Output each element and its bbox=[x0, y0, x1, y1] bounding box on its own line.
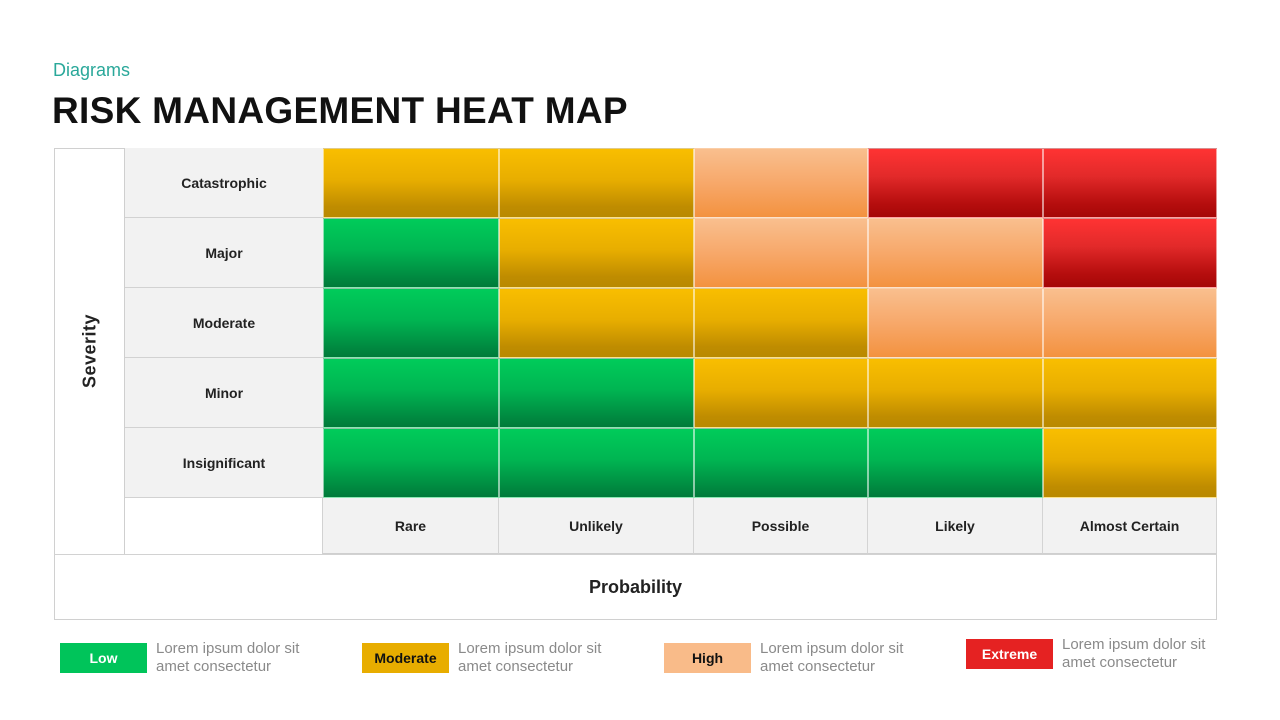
legend-swatch-moderate: Moderate bbox=[362, 643, 449, 673]
heatmap-cell-high bbox=[694, 148, 868, 218]
legend-swatch-high: High bbox=[664, 643, 751, 673]
severity-label-insignificant: Insignificant bbox=[125, 428, 323, 498]
probability-axis-row: Probability bbox=[54, 554, 1217, 620]
legend-item-moderate: Moderate Lorem ipsum dolor sit amet consec… bbox=[362, 640, 618, 676]
heatmap-cell-high bbox=[868, 218, 1043, 288]
legend-description-line: amet consectetur bbox=[760, 658, 876, 675]
heatmap-cell-moderate bbox=[1043, 358, 1217, 428]
legend-item-high: High Lorem ipsum dolor sit amet consectetu… bbox=[664, 640, 920, 676]
legend-description-line: Lorem ipsum dolor sit bbox=[1062, 636, 1206, 653]
heatmap-cell-moderate bbox=[499, 218, 694, 288]
severity-label-minor: Minor bbox=[125, 358, 323, 428]
heatmap-cell-high bbox=[1043, 288, 1217, 358]
probability-label-possible: Possible bbox=[694, 498, 868, 554]
severity-label-moderate: Moderate bbox=[125, 288, 323, 358]
heatmap-cell-low bbox=[868, 428, 1043, 498]
heatmap-cell-moderate bbox=[499, 288, 694, 358]
probability-axis-label: Probability bbox=[588, 577, 682, 597]
legend-description: Lorem ipsum dolor sit amet consectetur bbox=[760, 640, 920, 676]
category-subtitle: Diagrams bbox=[53, 60, 131, 80]
heatmap-cell-low bbox=[323, 218, 499, 288]
legend-description: Lorem ipsum dolor sit amet consectetur bbox=[156, 640, 316, 676]
heatmap-cell-extreme bbox=[1043, 148, 1217, 218]
heatmap-cell-moderate bbox=[323, 148, 499, 218]
legend-description-line: Lorem ipsum dolor sit bbox=[156, 640, 300, 657]
legend-swatch-extreme: Extreme bbox=[966, 639, 1053, 669]
severity-axis-label: Severity bbox=[79, 313, 100, 389]
probability-label-unlikely: Unlikely bbox=[499, 498, 694, 554]
heatmap-cell-moderate bbox=[499, 148, 694, 218]
legend-description-line: amet consectetur bbox=[156, 658, 272, 675]
heatmap-cell-moderate bbox=[694, 288, 868, 358]
heatmap-cell-extreme bbox=[868, 148, 1043, 218]
heatmap-cell-low bbox=[694, 428, 868, 498]
probability-label-rare: Rare bbox=[323, 498, 499, 554]
heatmap-cell-high bbox=[694, 218, 868, 288]
severity-label-major: Major bbox=[125, 218, 323, 288]
heatmap-cell-extreme bbox=[1043, 218, 1217, 288]
heatmap-cell-moderate bbox=[1043, 428, 1217, 498]
heatmap-cell-low bbox=[323, 428, 499, 498]
heatmap-cell-moderate bbox=[694, 358, 868, 428]
legend-swatch-low: Low bbox=[60, 643, 147, 673]
corner-blank-cell bbox=[125, 498, 323, 554]
legend-item-extreme: Extreme Lorem ipsum dolor sit amet consect… bbox=[966, 636, 1222, 672]
legend-item-low: Low Lorem ipsum dolor sit amet consectetur bbox=[60, 640, 316, 676]
probability-label-almost-certain: Almost Certain bbox=[1043, 498, 1217, 554]
legend-description-line: amet consectetur bbox=[1062, 654, 1178, 671]
legend-description: Lorem ipsum dolor sit amet consectetur bbox=[458, 640, 618, 676]
legend-description-line: amet consectetur bbox=[458, 658, 574, 675]
heatmap-cell-low bbox=[323, 288, 499, 358]
heatmap-cell-low bbox=[499, 428, 694, 498]
heatmap-cell-low bbox=[323, 358, 499, 428]
severity-label-catastrophic: Catastrophic bbox=[125, 148, 323, 218]
heatmap-cell-high bbox=[868, 288, 1043, 358]
heatmap-cell-moderate bbox=[868, 358, 1043, 428]
legend-description: Lorem ipsum dolor sit amet consectetur bbox=[1062, 636, 1222, 672]
heatmap-cell-low bbox=[499, 358, 694, 428]
legend-description-line: Lorem ipsum dolor sit bbox=[760, 640, 904, 657]
page-title: RISK MANAGEMENT HEAT MAP bbox=[52, 90, 628, 131]
legend-description-line: Lorem ipsum dolor sit bbox=[458, 640, 602, 657]
probability-label-likely: Likely bbox=[868, 498, 1043, 554]
